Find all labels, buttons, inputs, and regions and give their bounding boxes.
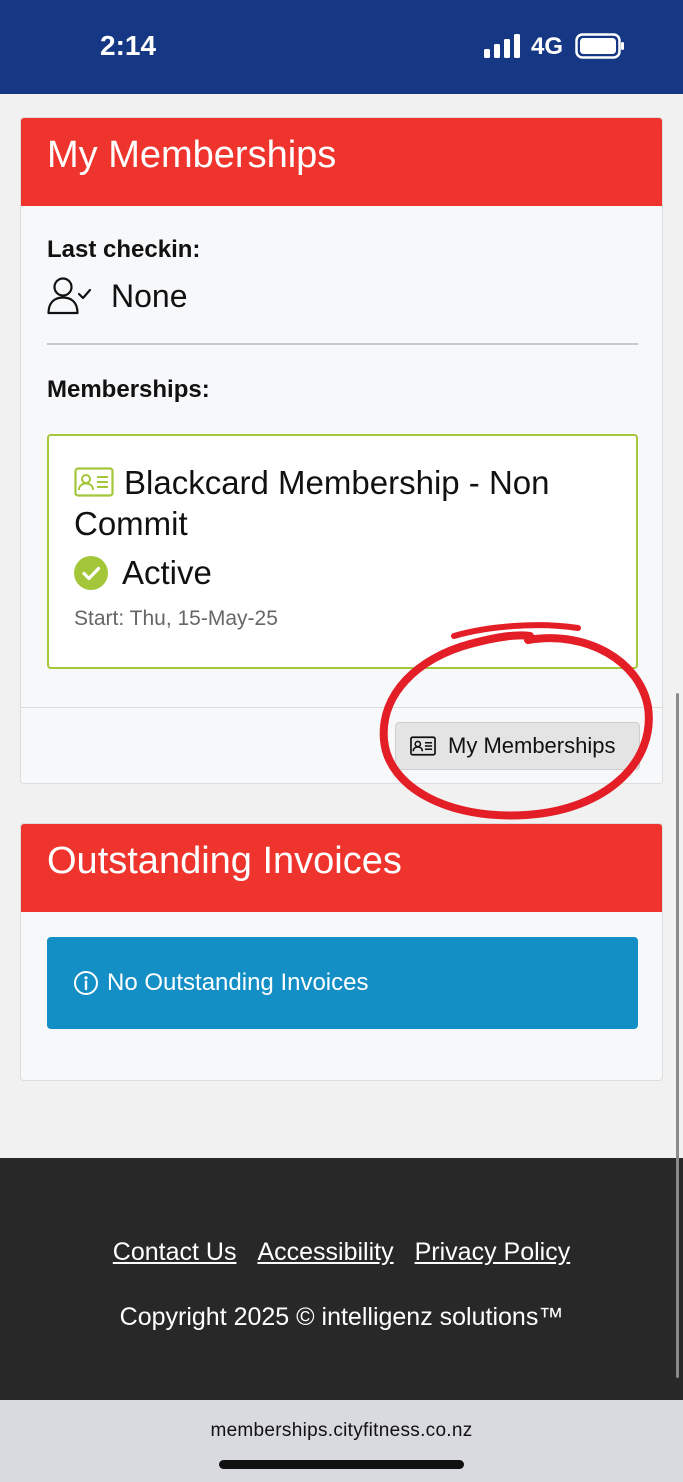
memberships-card-footer: My Memberships bbox=[21, 707, 662, 783]
network-type: 4G bbox=[531, 33, 564, 60]
my-memberships-button-label: My Memberships bbox=[448, 733, 616, 758]
memberships-label: Memberships: bbox=[47, 376, 210, 403]
membership-name: Blackcard Membership - Non Commit bbox=[74, 464, 550, 542]
membership-item[interactable]: Blackcard Membership - Non Commit Active… bbox=[47, 434, 638, 669]
status-bar: 2:14 4G bbox=[0, 0, 683, 94]
browser-url-bar[interactable]: memberships.cityfitness.co.nz bbox=[0, 1400, 683, 1482]
page-footer: Contact Us Accessibility Privacy Policy … bbox=[0, 1158, 683, 1400]
no-invoices-text: No Outstanding Invoices bbox=[107, 969, 369, 996]
membership-status-text: Active bbox=[122, 554, 212, 591]
copyright: Copyright 2025 © intelligenz solutions™ bbox=[119, 1303, 564, 1331]
my-memberships-button[interactable]: My Memberships bbox=[395, 722, 640, 770]
invoices-card-title: Outstanding Invoices bbox=[21, 824, 662, 912]
id-card-icon bbox=[74, 467, 114, 497]
url-text[interactable]: memberships.cityfitness.co.nz bbox=[0, 1420, 683, 1442]
divider bbox=[47, 343, 638, 345]
info-icon bbox=[74, 971, 98, 995]
memberships-card-title: My Memberships bbox=[21, 118, 662, 206]
memberships-card: My Memberships Last checkin: None Member… bbox=[20, 117, 663, 784]
home-indicator[interactable] bbox=[219, 1460, 464, 1469]
check-circle-icon bbox=[74, 556, 108, 590]
status-time: 2:14 bbox=[100, 30, 157, 61]
footer-links: Contact Us Accessibility Privacy Policy bbox=[0, 1238, 683, 1267]
user-check-icon bbox=[47, 277, 92, 315]
last-checkin-label: Last checkin: bbox=[47, 236, 201, 263]
privacy-policy-link[interactable]: Privacy Policy bbox=[415, 1238, 571, 1267]
last-checkin-row: None bbox=[47, 276, 188, 316]
accessibility-link[interactable]: Accessibility bbox=[257, 1238, 393, 1267]
battery-icon bbox=[575, 33, 624, 59]
no-invoices-alert: No Outstanding Invoices bbox=[47, 937, 638, 1029]
id-card-icon bbox=[410, 736, 436, 756]
membership-status: Active bbox=[74, 554, 212, 592]
scrollbar[interactable] bbox=[676, 693, 679, 1378]
contact-us-link[interactable]: Contact Us bbox=[113, 1238, 237, 1267]
signal-icon bbox=[484, 34, 520, 58]
last-checkin-value: None bbox=[111, 277, 188, 314]
membership-start-date: Start: Thu, 15-May-25 bbox=[74, 607, 278, 630]
invoices-card: Outstanding Invoices No Outstanding Invo… bbox=[20, 823, 663, 1081]
membership-title: Blackcard Membership - Non Commit bbox=[74, 462, 614, 544]
